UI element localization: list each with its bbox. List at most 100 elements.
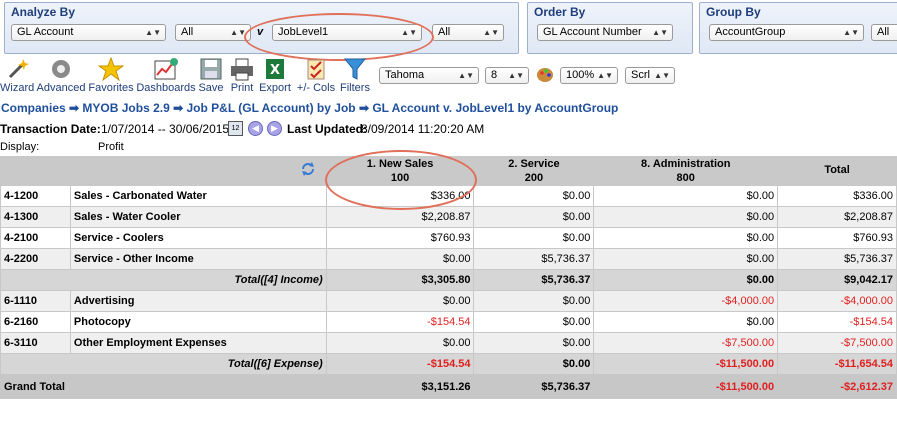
group-by-value: AccountGroup bbox=[715, 26, 786, 38]
account-name[interactable]: Photocopy bbox=[69, 311, 327, 333]
value-cell[interactable]: $5,736.37 bbox=[473, 374, 595, 399]
account-name[interactable]: Advertising bbox=[69, 290, 327, 312]
value-cell[interactable]: $3,305.80 bbox=[325, 269, 475, 291]
group-by-select[interactable]: AccountGroup ▲▼ bbox=[709, 24, 864, 41]
column-header-administration[interactable]: 8. Administration 800 bbox=[593, 156, 779, 186]
palette-icon[interactable] bbox=[536, 65, 554, 85]
filters-button[interactable]: Filters bbox=[338, 57, 372, 94]
value-cell[interactable]: $760.93 bbox=[325, 227, 475, 249]
export-button[interactable]: X Export bbox=[258, 57, 292, 94]
account-code[interactable]: 4-2100 bbox=[0, 227, 71, 249]
value-cell[interactable]: -$154.54 bbox=[325, 353, 475, 375]
value-cell[interactable]: -$4,000.00 bbox=[593, 290, 779, 312]
scroll-value: Scrl bbox=[631, 69, 650, 81]
value-cell[interactable]: $0.00 bbox=[593, 206, 779, 228]
value-cell[interactable]: $0.00 bbox=[593, 248, 779, 270]
analyze-field1-select[interactable]: GL Account ▲▼ bbox=[11, 24, 166, 41]
value-cell[interactable]: $336.00 bbox=[325, 185, 475, 207]
next-period-icon[interactable]: ▶ bbox=[267, 121, 282, 136]
zoom-select[interactable]: 100% ▲▼ bbox=[560, 67, 618, 84]
analyze-field2-select[interactable]: JobLevel1 ▲▼ bbox=[272, 24, 422, 41]
account-code[interactable]: 4-1200 bbox=[0, 185, 71, 207]
table-row: 4-1200 Sales - Carbonated Water $336.00 $0.… bbox=[0, 185, 897, 207]
analyze-field1-value: GL Account bbox=[17, 26, 74, 38]
column-header-service[interactable]: 2. Service 200 bbox=[473, 156, 595, 186]
value-cell[interactable]: $2,208.87 bbox=[777, 206, 897, 228]
breadcrumb[interactable]: Companies ➡ MYOB Jobs 2.9 ➡ Job P&L (GL … bbox=[1, 101, 618, 115]
account-code[interactable]: 4-2200 bbox=[0, 248, 71, 270]
column-header-line1: Total bbox=[824, 164, 850, 176]
calendar-icon[interactable]: 12 bbox=[228, 121, 243, 136]
value-cell[interactable]: $5,736.37 bbox=[473, 269, 595, 291]
value-cell[interactable]: -$7,500.00 bbox=[777, 332, 897, 354]
previous-period-icon[interactable]: ◀ bbox=[248, 121, 263, 136]
account-code[interactable]: 6-2160 bbox=[0, 311, 71, 333]
save-button[interactable]: Save bbox=[197, 57, 225, 94]
account-name[interactable]: Service - Other Income bbox=[69, 248, 327, 270]
value-cell[interactable]: -$11,654.54 bbox=[777, 353, 897, 375]
value-cell[interactable]: $2,208.87 bbox=[325, 206, 475, 228]
value-cell[interactable]: $0.00 bbox=[473, 290, 595, 312]
svg-text:X: X bbox=[270, 63, 280, 78]
value-cell[interactable]: $0.00 bbox=[473, 227, 595, 249]
favorites-button[interactable]: Favorites bbox=[88, 57, 134, 94]
favorites-label: Favorites bbox=[88, 82, 134, 94]
value-cell[interactable]: $0.00 bbox=[325, 332, 475, 354]
wizard-button[interactable]: Wizard bbox=[0, 57, 34, 94]
value-cell[interactable]: $0.00 bbox=[325, 248, 475, 270]
value-cell[interactable]: $0.00 bbox=[473, 353, 595, 375]
account-code[interactable]: 6-3110 bbox=[0, 332, 71, 354]
column-header-line1: 1. New Sales bbox=[366, 158, 434, 170]
column-header-new-sales[interactable]: 1. New Sales 100 bbox=[325, 156, 475, 186]
group-by-filter-select[interactable]: All bbox=[871, 24, 897, 41]
value-cell[interactable]: $0.00 bbox=[593, 185, 779, 207]
value-cell[interactable]: -$11,500.00 bbox=[593, 353, 779, 375]
grand-total-label: Grand Total bbox=[0, 374, 327, 399]
value-cell[interactable]: $0.00 bbox=[593, 269, 779, 291]
print-button[interactable]: Print bbox=[228, 57, 256, 94]
value-cell[interactable]: $0.00 bbox=[593, 227, 779, 249]
value-cell[interactable]: $0.00 bbox=[473, 332, 595, 354]
value-cell[interactable]: $336.00 bbox=[777, 185, 897, 207]
account-name[interactable]: Sales - Water Cooler bbox=[69, 206, 327, 228]
account-name[interactable]: Sales - Carbonated Water bbox=[69, 185, 327, 207]
analyze-filter2-value: All bbox=[438, 26, 451, 38]
font-select[interactable]: Tahoma ▲▼ bbox=[379, 67, 479, 84]
account-code[interactable]: 6-1110 bbox=[0, 290, 71, 312]
column-header-line1: 8. Administration bbox=[641, 158, 731, 170]
value-cell[interactable]: $5,736.37 bbox=[473, 248, 595, 270]
value-cell[interactable]: $0.00 bbox=[473, 311, 595, 333]
refresh-icon[interactable] bbox=[300, 161, 316, 177]
analyze-filter2-select[interactable]: All ▲▼ bbox=[432, 24, 504, 41]
value-cell[interactable]: -$154.54 bbox=[777, 311, 897, 333]
value-cell[interactable]: -$7,500.00 bbox=[593, 332, 779, 354]
select-arrow-icon: ▲▼ bbox=[145, 28, 161, 37]
table-row: 4-2200 Service - Other Income $0.00 $5,736.… bbox=[0, 248, 897, 270]
value-cell[interactable]: -$2,612.37 bbox=[777, 374, 897, 399]
column-header-total[interactable]: Total bbox=[777, 156, 897, 186]
value-cell[interactable]: -$11,500.00 bbox=[593, 374, 779, 399]
value-cell[interactable]: $0.00 bbox=[473, 206, 595, 228]
value-cell[interactable]: $0.00 bbox=[593, 311, 779, 333]
value-cell[interactable]: $3,151.26 bbox=[325, 374, 475, 399]
font-size-select[interactable]: 8 ▲▼ bbox=[485, 67, 529, 84]
order-by-select[interactable]: GL Account Number ▲▼ bbox=[537, 24, 673, 41]
account-name[interactable]: Service - Coolers bbox=[69, 227, 327, 249]
value-cell[interactable]: -$154.54 bbox=[325, 311, 475, 333]
dashboard-chart-icon bbox=[154, 58, 178, 80]
zoom-value: 100% bbox=[566, 69, 595, 81]
dashboards-button[interactable]: Dashboards bbox=[136, 57, 196, 94]
analyze-filter1-select[interactable]: All ▲▼ bbox=[175, 24, 251, 41]
value-cell[interactable]: $760.93 bbox=[777, 227, 897, 249]
value-cell[interactable]: -$4,000.00 bbox=[777, 290, 897, 312]
columns-button[interactable]: +/- Cols bbox=[294, 57, 338, 94]
value-cell[interactable]: $0.00 bbox=[473, 185, 595, 207]
account-name[interactable]: Other Employment Expenses bbox=[69, 332, 327, 354]
group-by-title: Group By bbox=[706, 5, 761, 19]
value-cell[interactable]: $0.00 bbox=[325, 290, 475, 312]
account-code[interactable]: 4-1300 bbox=[0, 206, 71, 228]
scroll-select[interactable]: Scrl ▲▼ bbox=[625, 67, 675, 84]
advanced-button[interactable]: Advanced bbox=[36, 57, 86, 94]
value-cell[interactable]: $5,736.37 bbox=[777, 248, 897, 270]
value-cell[interactable]: $9,042.17 bbox=[777, 269, 897, 291]
